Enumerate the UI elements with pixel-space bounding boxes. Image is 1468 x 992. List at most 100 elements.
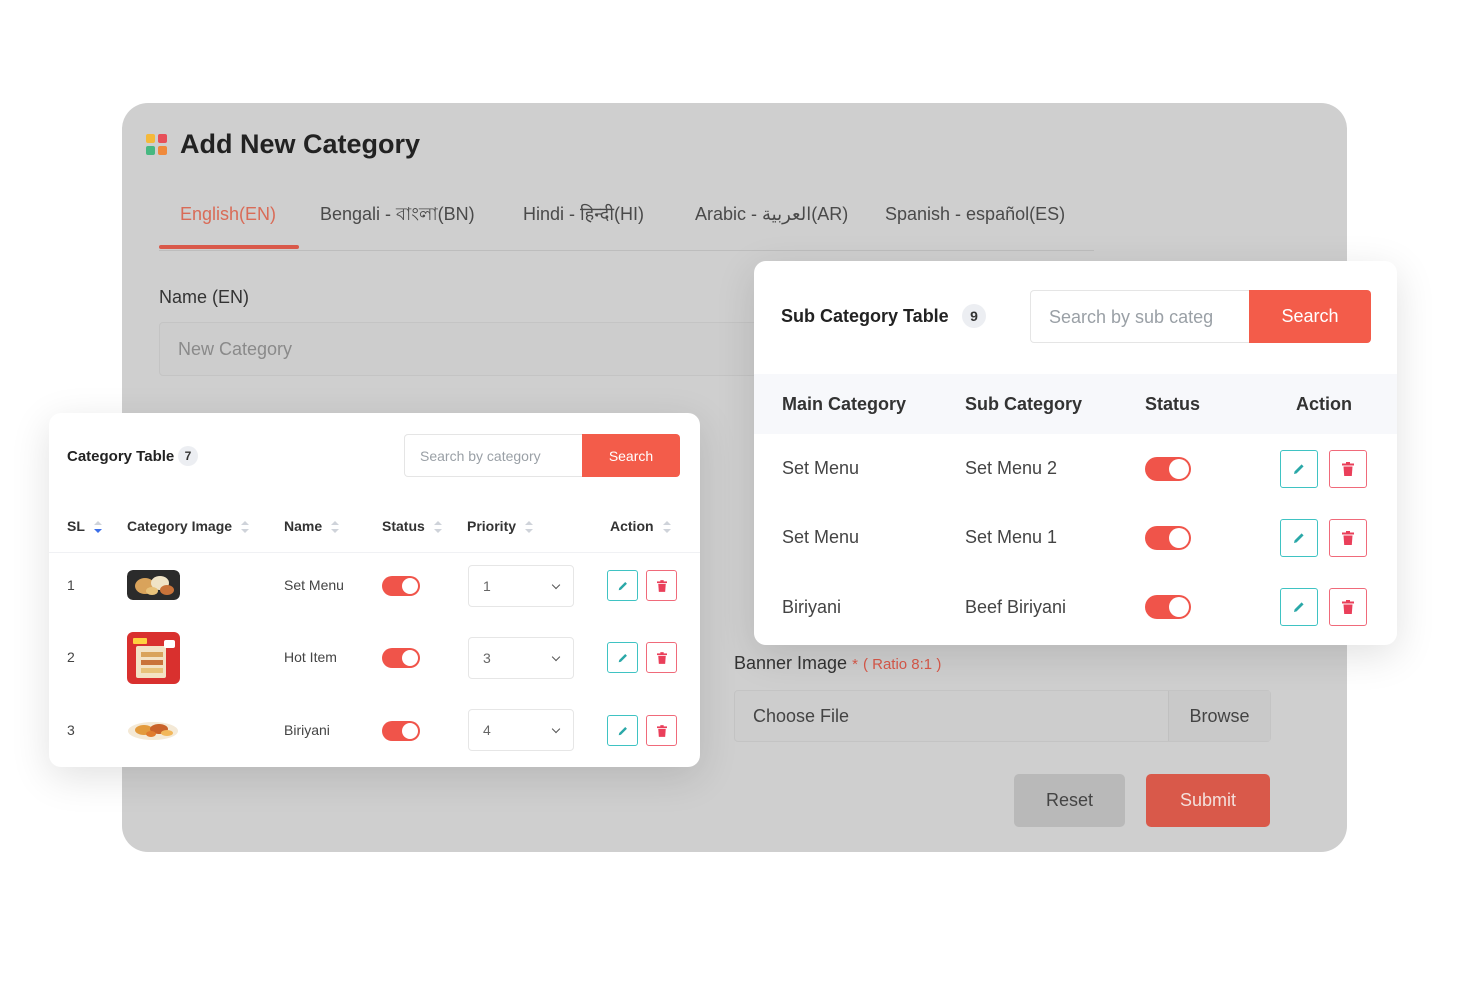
sub-category-cell: Beef Biriyani (965, 597, 1067, 617)
pencil-icon (618, 726, 627, 735)
main-category-cell: Biriyani (782, 597, 842, 617)
header-status: Status (1145, 394, 1201, 414)
sub-category-search-button[interactable]: Search (1249, 290, 1371, 343)
edit-button[interactable] (607, 570, 638, 601)
trash-icon (1342, 600, 1354, 614)
category-table-title: Category Table (67, 448, 175, 465)
name-label: Name (EN) (159, 287, 250, 307)
status-toggle[interactable] (1145, 595, 1191, 619)
header-category-image[interactable]: Category Image (127, 506, 250, 546)
sort-icon (525, 521, 534, 534)
pencil-icon (1294, 533, 1304, 543)
edit-button[interactable] (1280, 519, 1318, 557)
submit-button[interactable]: Submit (1146, 774, 1270, 827)
pencil-icon (618, 581, 627, 590)
category-search-button[interactable]: Search (582, 434, 680, 477)
banner-ratio-hint: ( Ratio 8:1 ) (862, 656, 942, 673)
priority-select[interactable]: 3 (468, 637, 574, 679)
delete-button[interactable] (646, 715, 677, 746)
sort-icon (93, 521, 102, 534)
chevron-down-icon (551, 724, 561, 734)
header-sub-category: Sub Category (965, 394, 1083, 414)
delete-button[interactable] (1329, 588, 1367, 626)
trash-icon (656, 651, 667, 664)
edit-button[interactable] (1280, 450, 1318, 488)
trash-icon (656, 579, 667, 592)
header-main-category: Main Category (782, 394, 907, 414)
chevron-down-icon (551, 652, 561, 662)
app-logo-icon (146, 134, 168, 156)
sub-category-table-title: Sub Category Table (781, 306, 949, 326)
language-tabs: English(EN) Bengali - বাংলা(BN) Hindi - … (159, 199, 1094, 251)
header-status[interactable]: Status (382, 506, 442, 546)
header-priority[interactable]: Priority (467, 506, 534, 546)
edit-button[interactable] (607, 715, 638, 746)
name-cell: Set Menu (284, 577, 344, 593)
sort-icon (331, 521, 340, 534)
tab-hindi[interactable]: Hindi - हिन्दी(HI) (523, 199, 644, 251)
tab-bengali[interactable]: Bengali - বাংলা(BN) (320, 199, 475, 251)
chevron-down-icon (551, 580, 561, 590)
delete-button[interactable] (1329, 450, 1367, 488)
category-image-hot-item (127, 632, 180, 684)
pencil-icon (618, 653, 627, 662)
header-sl[interactable]: SL (67, 506, 102, 546)
priority-select[interactable]: 1 (468, 565, 574, 607)
main-category-cell: Set Menu (782, 458, 860, 478)
sl-cell: 1 (67, 577, 75, 593)
trash-icon (1342, 462, 1354, 476)
header-name[interactable]: Name (284, 506, 340, 546)
status-toggle[interactable] (382, 576, 420, 596)
screen: Add New Category English(EN) Bengali - ব… (0, 0, 1468, 992)
sl-cell: 3 (67, 722, 75, 738)
category-count-badge: 7 (178, 446, 198, 466)
trash-icon (656, 724, 667, 737)
status-toggle[interactable] (382, 721, 420, 741)
main-category-cell: Set Menu (782, 527, 860, 547)
status-toggle[interactable] (1145, 526, 1191, 550)
sub-category-table-header: Main Category Sub Category Status Action (754, 374, 1397, 434)
category-image-set-menu (127, 570, 180, 600)
category-search-input[interactable]: Search by category (404, 434, 582, 477)
edit-button[interactable] (607, 642, 638, 673)
name-cell: Hot Item (284, 649, 337, 665)
category-image-biriyani (127, 718, 180, 742)
status-toggle[interactable] (382, 648, 420, 668)
browse-button[interactable]: Browse (1168, 691, 1270, 741)
banner-file-input[interactable]: Choose File Browse (734, 690, 1271, 742)
delete-button[interactable] (646, 642, 677, 673)
header-action[interactable]: Action (610, 506, 671, 546)
name-input[interactable]: New Category (159, 322, 799, 376)
sub-category-table-card: Sub Category Table 9 Search by sub categ… (754, 261, 1397, 645)
edit-button[interactable] (1280, 588, 1318, 626)
banner-image-label: Banner Image * ( Ratio 8:1 ) (734, 653, 941, 674)
banner-label-text: Banner Image (734, 653, 848, 673)
header-divider (49, 552, 700, 553)
tab-spanish[interactable]: Spanish - español(ES) (885, 199, 1065, 251)
reset-button[interactable]: Reset (1014, 774, 1125, 827)
sub-category-cell: Set Menu 2 (965, 458, 1058, 478)
file-input-text: Choose File (753, 706, 850, 726)
sort-icon (433, 521, 442, 534)
sub-category-count-badge: 9 (962, 304, 986, 328)
priority-value: 3 (483, 650, 491, 666)
category-table-card: Category Table 7 Search by category Sear… (49, 413, 700, 767)
priority-select[interactable]: 4 (468, 709, 574, 751)
required-marker: * (852, 656, 858, 673)
pencil-icon (1294, 464, 1304, 474)
name-cell: Biriyani (284, 722, 330, 738)
pencil-icon (1294, 602, 1304, 612)
priority-value: 1 (483, 578, 491, 594)
sl-cell: 2 (67, 649, 75, 665)
tab-english[interactable]: English(EN) (180, 199, 276, 251)
page-title: Add New Category (180, 129, 421, 159)
tab-arabic[interactable]: Arabic - العربية(AR) (695, 199, 848, 251)
header-action: Action (1296, 394, 1352, 414)
category-table-header: SL Category Image Name Status Priority A… (49, 506, 700, 552)
sub-category-search-input[interactable]: Search by sub categ (1030, 290, 1249, 343)
active-tab-indicator (159, 245, 299, 249)
status-toggle[interactable] (1145, 457, 1191, 481)
sub-category-cell: Set Menu 1 (965, 527, 1058, 547)
delete-button[interactable] (1329, 519, 1367, 557)
delete-button[interactable] (646, 570, 677, 601)
